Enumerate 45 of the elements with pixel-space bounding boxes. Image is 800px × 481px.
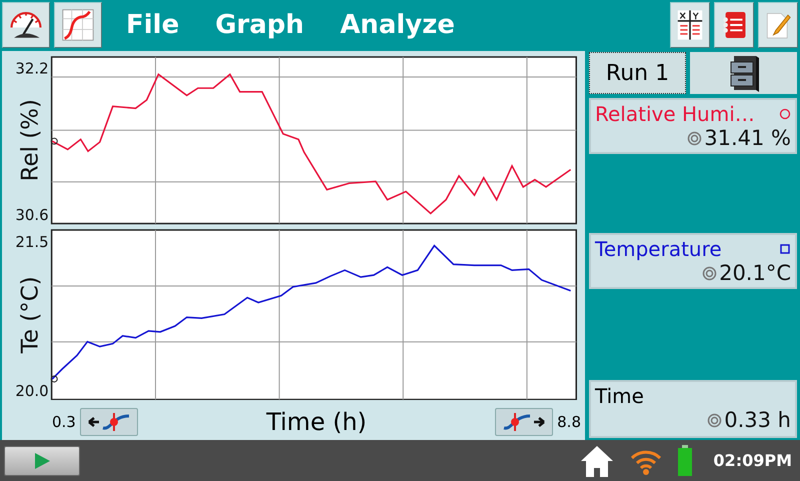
y-axis-label: Rel (%): [18, 99, 44, 182]
y-tick-label: 32.2: [15, 60, 49, 78]
scroll-right-button[interactable]: [495, 408, 554, 436]
play-button[interactable]: [4, 446, 80, 476]
edit-button[interactable]: [758, 2, 798, 48]
play-icon: [33, 452, 51, 470]
x-axis-label: Time (h): [265, 408, 368, 436]
notebook-button[interactable]: [714, 2, 754, 48]
start-marker: [50, 375, 58, 382]
circle-marker-icon: [779, 108, 791, 120]
y-axis-label: Te (°C): [18, 276, 44, 353]
x-tick-label: 0.3: [52, 413, 76, 432]
square-marker-icon: [779, 243, 791, 255]
menu-item[interactable]: Graph: [215, 10, 304, 40]
run-selector[interactable]: Run 1: [589, 52, 686, 94]
sensor-name: Relative Humi…: [595, 102, 755, 126]
meter-view-button[interactable]: [2, 2, 50, 48]
scroll-left-button[interactable]: [80, 408, 138, 436]
menu-item[interactable]: File: [126, 10, 180, 40]
sensor-reading: 31.41 %: [704, 126, 791, 150]
clock: 02:09PM: [713, 451, 792, 470]
scroll-right-icon: [502, 411, 546, 434]
file-cabinet-icon: [728, 54, 760, 92]
sensor-name: Temperature: [595, 237, 722, 261]
sensor-reading: 20.1°C: [719, 261, 791, 285]
target-icon: [702, 266, 718, 280]
sensor-name: Time: [595, 384, 644, 408]
target-icon: [687, 130, 702, 146]
x-tick-label: 8.8: [557, 413, 581, 432]
sensor-reading: 0.33 h: [724, 408, 791, 432]
graph-view-button[interactable]: [54, 2, 102, 48]
start-marker: [50, 138, 58, 145]
target-icon: [707, 412, 722, 428]
sensor-meter[interactable]: Time 0.33 h: [589, 380, 797, 438]
battery-icon[interactable]: [677, 444, 694, 476]
data-storage-button[interactable]: [690, 52, 797, 94]
y-tick-label: 20.0: [15, 382, 49, 400]
y-tick-label: 30.6: [15, 206, 49, 224]
table-view-button[interactable]: [670, 2, 710, 48]
sensor-meter[interactable]: Temperature 20.1°C: [589, 233, 797, 289]
home-icon[interactable]: [579, 444, 616, 478]
scroll-left-icon: [86, 411, 131, 434]
sensor-meter[interactable]: Relative Humi… 31.41 %: [589, 98, 797, 154]
y-tick-label: 21.5: [15, 232, 49, 250]
menu-item[interactable]: Analyze: [340, 10, 455, 40]
